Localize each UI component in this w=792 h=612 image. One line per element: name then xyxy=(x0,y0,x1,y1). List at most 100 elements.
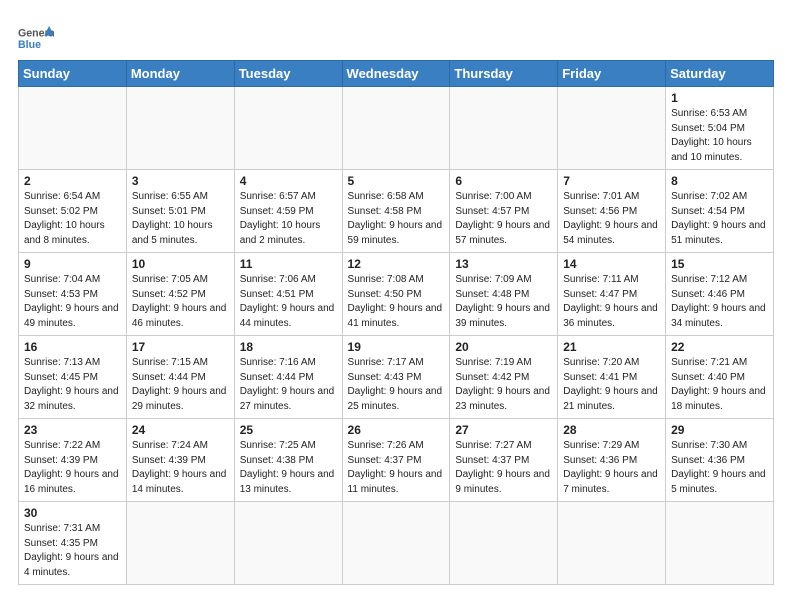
day-info: Sunrise: 7:02 AM Sunset: 4:54 PM Dayligh… xyxy=(671,190,768,248)
day-number: 11 xyxy=(240,257,337,271)
day-info: Sunrise: 7:25 AM Sunset: 4:38 PM Dayligh… xyxy=(240,439,337,497)
day-info: Sunrise: 6:58 AM Sunset: 4:58 PM Dayligh… xyxy=(348,190,445,248)
calendar-header-monday: Monday xyxy=(126,61,234,87)
calendar-cell: 25Sunrise: 7:25 AM Sunset: 4:38 PM Dayli… xyxy=(234,419,342,502)
calendar-cell: 4 Sunrise: 6:57 AM Sunset: 4:59 PM Daylig… xyxy=(234,170,342,253)
svg-text:Blue: Blue xyxy=(18,39,41,51)
day-info: Sunrise: 6:54 AM Sunset: 5:02 PM Dayligh… xyxy=(24,190,121,248)
calendar-cell xyxy=(19,87,127,170)
logo-icon: General Blue xyxy=(18,24,54,54)
day-number: 8 xyxy=(671,174,768,188)
calendar-cell: 26 Sunrise: 7:26 AM Sunset: 4:37 PM Dayli… xyxy=(342,419,450,502)
day-info: Sunrise: 7:13 AM Sunset: 4:45 PM Dayligh… xyxy=(24,356,121,414)
calendar-cell xyxy=(342,502,450,585)
calendar-cell: 6 Sunrise: 7:00 AM Sunset: 4:57 PM Daylig… xyxy=(450,170,558,253)
day-number: 28 xyxy=(563,423,660,437)
calendar-cell xyxy=(342,87,450,170)
day-number: 26 xyxy=(348,423,445,437)
calendar-week-row: 9Sunrise: 7:04 AM Sunset: 4:53 PM Daylig… xyxy=(19,253,774,336)
calendar-cell xyxy=(666,502,774,585)
calendar-cell: 5 Sunrise: 6:58 AM Sunset: 4:58 PM Daylig… xyxy=(342,170,450,253)
calendar-cell xyxy=(558,502,666,585)
calendar-cell: 20 Sunrise: 7:19 AM Sunset: 4:42 PM Dayli… xyxy=(450,336,558,419)
day-number: 18 xyxy=(240,340,337,354)
day-number: 14 xyxy=(563,257,660,271)
calendar-cell: 3 Sunrise: 6:55 AM Sunset: 5:01 PM Daylig… xyxy=(126,170,234,253)
calendar-cell: 18 Sunrise: 7:16 AM Sunset: 4:44 PM Dayli… xyxy=(234,336,342,419)
day-number: 3 xyxy=(132,174,229,188)
calendar-cell: 8 Sunrise: 7:02 AM Sunset: 4:54 PM Daylig… xyxy=(666,170,774,253)
day-number: 27 xyxy=(455,423,552,437)
day-number: 24 xyxy=(132,423,229,437)
day-info: Sunrise: 7:01 AM Sunset: 4:56 PM Dayligh… xyxy=(563,190,660,248)
day-info: Sunrise: 7:27 AM Sunset: 4:37 PM Dayligh… xyxy=(455,439,552,497)
calendar-header-row: SundayMondayTuesdayWednesdayThursdayFrid… xyxy=(19,61,774,87)
calendar-cell: 14 Sunrise: 7:11 AM Sunset: 4:47 PM Dayli… xyxy=(558,253,666,336)
day-number: 23 xyxy=(24,423,121,437)
day-number: 15 xyxy=(671,257,768,271)
header: General Blue xyxy=(18,18,774,54)
calendar-week-row: 30 Sunrise: 7:31 AM Sunset: 4:35 PM Dayli… xyxy=(19,502,774,585)
calendar-page: General Blue SundayMondayTuesdayWednesda… xyxy=(0,0,792,595)
day-number: 9 xyxy=(24,257,121,271)
calendar-cell xyxy=(234,502,342,585)
day-info: Sunrise: 7:05 AM Sunset: 4:52 PM Dayligh… xyxy=(132,273,229,331)
calendar-header-friday: Friday xyxy=(558,61,666,87)
calendar-cell: 29 Sunrise: 7:30 AM Sunset: 4:36 PM Dayli… xyxy=(666,419,774,502)
calendar-cell: 27 Sunrise: 7:27 AM Sunset: 4:37 PM Dayli… xyxy=(450,419,558,502)
calendar-cell xyxy=(558,87,666,170)
day-info: Sunrise: 7:08 AM Sunset: 4:50 PM Dayligh… xyxy=(348,273,445,331)
calendar-week-row: 23 Sunrise: 7:22 AM Sunset: 4:39 PM Dayli… xyxy=(19,419,774,502)
calendar-cell: 23 Sunrise: 7:22 AM Sunset: 4:39 PM Dayli… xyxy=(19,419,127,502)
day-number: 2 xyxy=(24,174,121,188)
day-number: 5 xyxy=(348,174,445,188)
day-number: 1 xyxy=(671,91,768,105)
calendar-cell: 11Sunrise: 7:06 AM Sunset: 4:51 PM Dayli… xyxy=(234,253,342,336)
day-info: Sunrise: 6:55 AM Sunset: 5:01 PM Dayligh… xyxy=(132,190,229,248)
day-number: 6 xyxy=(455,174,552,188)
day-info: Sunrise: 7:29 AM Sunset: 4:36 PM Dayligh… xyxy=(563,439,660,497)
calendar-cell: 9Sunrise: 7:04 AM Sunset: 4:53 PM Daylig… xyxy=(19,253,127,336)
calendar-cell: 19Sunrise: 7:17 AM Sunset: 4:43 PM Dayli… xyxy=(342,336,450,419)
calendar-cell xyxy=(126,502,234,585)
day-number: 16 xyxy=(24,340,121,354)
day-number: 20 xyxy=(455,340,552,354)
day-number: 21 xyxy=(563,340,660,354)
day-info: Sunrise: 7:19 AM Sunset: 4:42 PM Dayligh… xyxy=(455,356,552,414)
day-info: Sunrise: 6:53 AM Sunset: 5:04 PM Dayligh… xyxy=(671,107,768,165)
day-info: Sunrise: 7:30 AM Sunset: 4:36 PM Dayligh… xyxy=(671,439,768,497)
calendar-cell xyxy=(234,87,342,170)
day-info: Sunrise: 7:12 AM Sunset: 4:46 PM Dayligh… xyxy=(671,273,768,331)
calendar-cell: 21Sunrise: 7:20 AM Sunset: 4:41 PM Dayli… xyxy=(558,336,666,419)
calendar-cell: 16 Sunrise: 7:13 AM Sunset: 4:45 PM Dayli… xyxy=(19,336,127,419)
day-number: 4 xyxy=(240,174,337,188)
day-number: 30 xyxy=(24,506,121,520)
day-number: 17 xyxy=(132,340,229,354)
day-info: Sunrise: 6:57 AM Sunset: 4:59 PM Dayligh… xyxy=(240,190,337,248)
calendar-header-tuesday: Tuesday xyxy=(234,61,342,87)
calendar-cell: 22Sunrise: 7:21 AM Sunset: 4:40 PM Dayli… xyxy=(666,336,774,419)
day-info: Sunrise: 7:15 AM Sunset: 4:44 PM Dayligh… xyxy=(132,356,229,414)
day-number: 10 xyxy=(132,257,229,271)
calendar-cell: 13Sunrise: 7:09 AM Sunset: 4:48 PM Dayli… xyxy=(450,253,558,336)
day-info: Sunrise: 7:00 AM Sunset: 4:57 PM Dayligh… xyxy=(455,190,552,248)
calendar-cell xyxy=(126,87,234,170)
logo-area: General Blue xyxy=(18,18,56,54)
calendar-week-row: 16 Sunrise: 7:13 AM Sunset: 4:45 PM Dayli… xyxy=(19,336,774,419)
day-info: Sunrise: 7:16 AM Sunset: 4:44 PM Dayligh… xyxy=(240,356,337,414)
day-info: Sunrise: 7:11 AM Sunset: 4:47 PM Dayligh… xyxy=(563,273,660,331)
calendar-header-thursday: Thursday xyxy=(450,61,558,87)
day-number: 22 xyxy=(671,340,768,354)
day-number: 12 xyxy=(348,257,445,271)
calendar-cell: 30 Sunrise: 7:31 AM Sunset: 4:35 PM Dayli… xyxy=(19,502,127,585)
day-number: 29 xyxy=(671,423,768,437)
calendar-table: SundayMondayTuesdayWednesdayThursdayFrid… xyxy=(18,60,774,585)
calendar-header-saturday: Saturday xyxy=(666,61,774,87)
calendar-cell xyxy=(450,502,558,585)
day-info: Sunrise: 7:22 AM Sunset: 4:39 PM Dayligh… xyxy=(24,439,121,497)
day-info: Sunrise: 7:26 AM Sunset: 4:37 PM Dayligh… xyxy=(348,439,445,497)
calendar-cell: 1 Sunrise: 6:53 AM Sunset: 5:04 PM Daylig… xyxy=(666,87,774,170)
day-number: 13 xyxy=(455,257,552,271)
day-number: 7 xyxy=(563,174,660,188)
day-info: Sunrise: 7:31 AM Sunset: 4:35 PM Dayligh… xyxy=(24,522,121,580)
